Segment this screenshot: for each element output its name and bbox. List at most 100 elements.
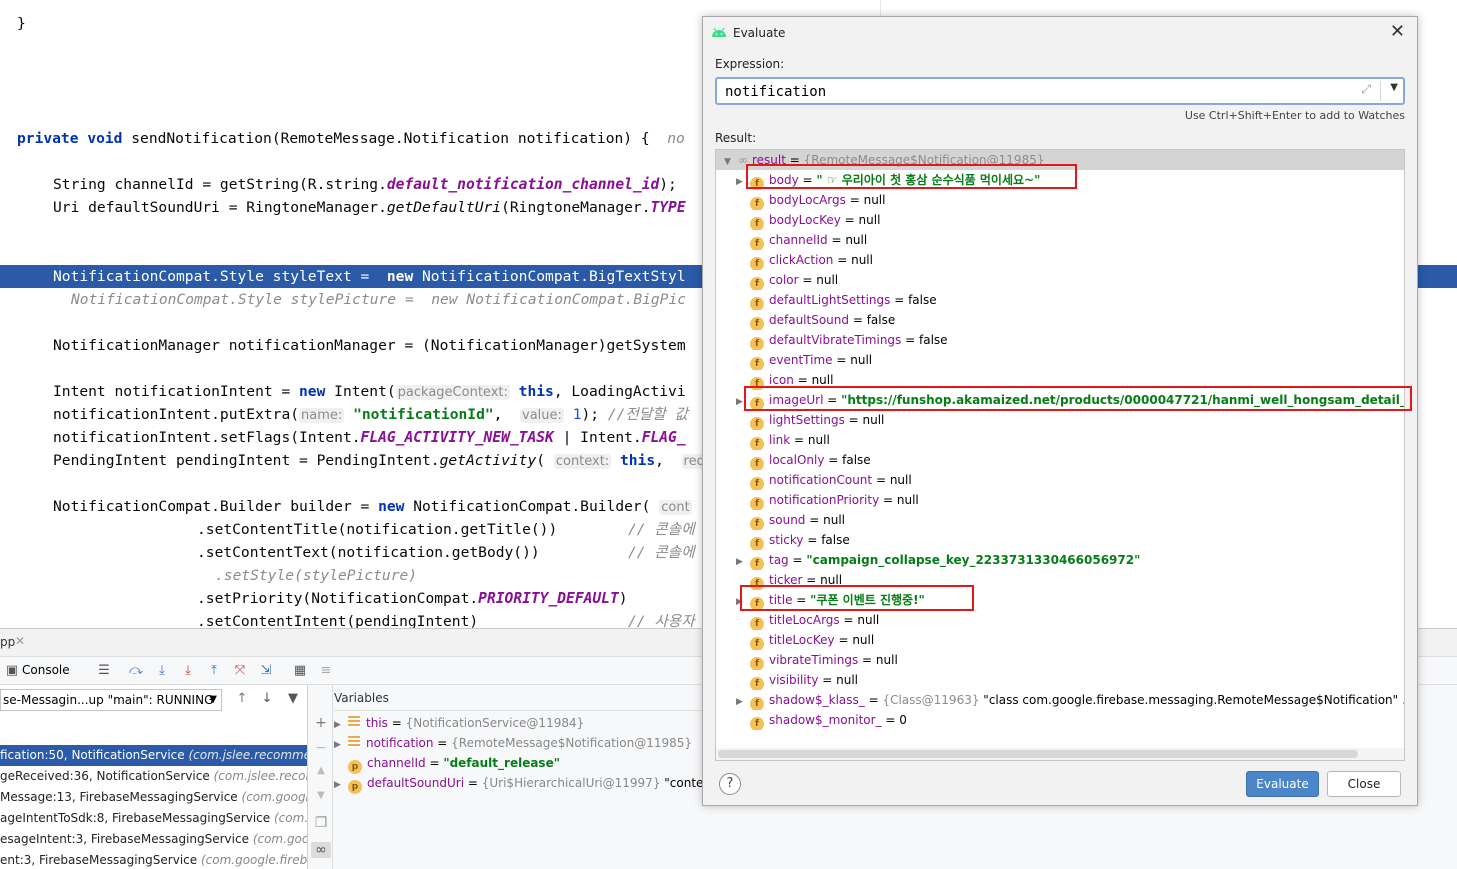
result-field-row[interactable]: f notificationCount = null bbox=[716, 470, 1404, 490]
result-field-row[interactable]: f notificationPriority = null bbox=[716, 490, 1404, 510]
param-hint: context: bbox=[553, 454, 612, 469]
result-field-row[interactable]: ▶ f shadow$_klass_ = {Class@11963} "class … bbox=[716, 690, 1404, 710]
expand-arrow-icon[interactable]: ▶ bbox=[334, 715, 348, 735]
code-line[interactable]: .setContentTitle(notification.getTitle()… bbox=[197, 518, 557, 541]
code-line[interactable]: String channelId = getString(R.string.de… bbox=[53, 173, 677, 196]
android-icon bbox=[712, 27, 726, 37]
chevron-down-icon[interactable]: ▼ bbox=[1390, 82, 1398, 93]
trace-icon[interactable]: ≡ bbox=[316, 661, 336, 681]
arrow-down-icon[interactable]: ↓ bbox=[257, 689, 277, 709]
evaluate-button[interactable]: Evaluate bbox=[1246, 771, 1319, 797]
close-icon[interactable]: ✕ bbox=[1390, 21, 1405, 42]
minus-icon[interactable]: − bbox=[311, 740, 331, 756]
result-field-row[interactable]: f localOnly = false bbox=[716, 450, 1404, 470]
result-field-row[interactable]: f defaultSound = false bbox=[716, 310, 1404, 330]
debug-session-tab[interactable]: pp bbox=[0, 635, 15, 649]
result-field-row[interactable]: f vibrateTimings = null bbox=[716, 650, 1404, 670]
dialog-title: Evaluate bbox=[733, 26, 786, 40]
result-field-row[interactable]: ▶ f tag = "campaign_collapse_key_223373133… bbox=[716, 550, 1404, 570]
arrow-down-icon[interactable]: ▼ bbox=[311, 790, 331, 801]
code-line[interactable]: Intent notificationIntent = new Intent(p… bbox=[53, 380, 686, 403]
thread-selector[interactable]: se-Messagin...up "main": RUNNING ▼ bbox=[0, 689, 222, 711]
code-line[interactable]: .setContentIntent(pendingIntent) bbox=[197, 610, 478, 628]
result-field-row[interactable]: f defaultLightSettings = false bbox=[716, 290, 1404, 310]
result-field-row[interactable]: f shadow$_monitor_ = 0 bbox=[716, 710, 1404, 730]
code-line[interactable]: } bbox=[0, 12, 26, 35]
field-name: link bbox=[769, 433, 791, 447]
highlight-box-title bbox=[740, 585, 974, 611]
step-out-icon[interactable]: ⤒ bbox=[204, 661, 224, 681]
expand-arrow-icon[interactable]: ▶ bbox=[736, 692, 750, 710]
result-field-row[interactable]: f titleLocKey = null bbox=[716, 630, 1404, 650]
result-field-row[interactable]: f sound = null bbox=[716, 510, 1404, 530]
result-field-row[interactable]: f sticky = false bbox=[716, 530, 1404, 550]
arrow-up-icon[interactable]: ▲ bbox=[311, 765, 331, 776]
stack-frame[interactable]: geReceived:36, NotificationService (com.… bbox=[0, 766, 307, 787]
step-over-icon[interactable]: ⤓ bbox=[152, 661, 172, 681]
stack-frame[interactable]: fication:50, NotificationService (com.js… bbox=[0, 745, 307, 766]
code-line[interactable]: private void sendNotification(RemoteMess… bbox=[17, 127, 685, 150]
variable-row[interactable]: p channelId = "default_release" bbox=[334, 753, 560, 774]
close-button[interactable]: Close bbox=[1327, 771, 1401, 797]
help-button[interactable]: ? bbox=[719, 773, 741, 795]
expand-icon[interactable]: ⤢ bbox=[1361, 82, 1371, 97]
result-field-row[interactable]: f eventTime = null bbox=[716, 350, 1404, 370]
parameter-icon: p bbox=[348, 760, 362, 774]
result-field-row[interactable]: f channelId = null bbox=[716, 230, 1404, 250]
glasses-icon[interactable]: ∞ bbox=[311, 842, 331, 858]
field-icon: f bbox=[750, 677, 764, 690]
code-line[interactable]: notificationIntent.setFlags(Intent.FLAG_… bbox=[53, 426, 686, 449]
navigate-link[interactable]: ... Navigate bbox=[1402, 693, 1404, 707]
code-line[interactable]: NotificationCompat.Builder builder = new… bbox=[53, 495, 692, 518]
console-tab[interactable]: Console bbox=[22, 663, 70, 677]
variable-row[interactable]: ▶ p defaultSoundUri = {Uri$HierarchicalUri… bbox=[334, 773, 742, 795]
code-line[interactable]: PendingIntent pendingIntent = PendingInt… bbox=[53, 449, 707, 472]
collapse-arrow-icon[interactable]: ▼ bbox=[724, 152, 738, 170]
code-line-commented[interactable]: NotificationCompat.Style stylePicture = … bbox=[71, 288, 686, 311]
filter-icon[interactable]: ▼ bbox=[283, 689, 303, 709]
result-field-row[interactable]: f bodyLocKey = null bbox=[716, 210, 1404, 230]
code-line[interactable]: NotificationManager notificationManager … bbox=[53, 334, 686, 357]
result-field-row[interactable]: f lightSettings = null bbox=[716, 410, 1404, 430]
arrow-up-icon[interactable]: ↑ bbox=[232, 689, 252, 709]
chevron-down-icon: ▼ bbox=[209, 694, 217, 705]
stack-frame[interactable]: Message:13, FirebaseMessagingService (co… bbox=[0, 787, 307, 808]
result-field-row[interactable]: f visibility = null bbox=[716, 670, 1404, 690]
expand-arrow-icon[interactable]: ▶ bbox=[334, 775, 348, 795]
code-line[interactable]: .setPriority(NotificationCompat.PRIORITY… bbox=[197, 587, 628, 610]
result-field-row[interactable]: f bodyLocArgs = null bbox=[716, 190, 1404, 210]
evaluate-expression-icon[interactable]: ▦ bbox=[290, 661, 310, 681]
result-tree[interactable]: ▼ ∞ result = {RemoteMessage$Notification@1… bbox=[715, 149, 1405, 761]
result-field-row[interactable]: f defaultVibrateTimings = false bbox=[716, 330, 1404, 350]
show-execution-point-icon[interactable]: ⤼ bbox=[126, 661, 146, 681]
code-line[interactable]: .setContentText(notification.getBody()) bbox=[197, 541, 540, 564]
field-value: null bbox=[875, 653, 898, 667]
step-into-icon[interactable]: ⤓ bbox=[178, 661, 198, 681]
result-field-row[interactable]: f clickAction = null bbox=[716, 250, 1404, 270]
expand-arrow-icon[interactable]: ▶ bbox=[736, 552, 750, 570]
code-line-commented[interactable]: .setStyle(stylePicture) bbox=[215, 564, 417, 587]
scrollbar-thumb[interactable] bbox=[718, 750, 1358, 758]
expression-field[interactable]: ⤢ ▼ bbox=[715, 77, 1405, 105]
code-line[interactable]: Uri defaultSoundUri = RingtoneManager.ge… bbox=[53, 196, 686, 219]
stack-frame[interactable]: ageIntentToSdk:8, FirebaseMessagingServi… bbox=[0, 808, 307, 829]
menu-icon[interactable]: ☰ bbox=[94, 661, 114, 681]
run-to-cursor-icon[interactable]: ⇲ bbox=[256, 661, 276, 681]
result-field-row[interactable]: f link = null bbox=[716, 430, 1404, 450]
param-hint: name: bbox=[299, 408, 345, 423]
expression-input[interactable] bbox=[725, 82, 1345, 102]
stack-frame[interactable]: esageIntent:3, FirebaseMessagingService … bbox=[0, 829, 307, 850]
expression-label: Expression: bbox=[715, 57, 785, 71]
stack-frame[interactable]: ent:3, FirebaseMessagingService (com.goo… bbox=[0, 850, 307, 869]
drop-frame-icon[interactable]: ⤧ bbox=[230, 661, 250, 681]
code-line[interactable]: notificationIntent.putExtra(name: "notif… bbox=[53, 403, 688, 426]
result-field-row[interactable]: f color = null bbox=[716, 270, 1404, 290]
result-field-row[interactable]: f titleLocArgs = null bbox=[716, 610, 1404, 630]
expand-arrow-icon[interactable]: ▶ bbox=[334, 735, 348, 755]
close-icon[interactable]: ✕ bbox=[15, 634, 25, 648]
copy-icon[interactable]: ❐ bbox=[311, 815, 331, 831]
variable-row[interactable]: ▶ notification = {RemoteMessage$Notificat… bbox=[334, 733, 692, 753]
plus-icon[interactable]: + bbox=[311, 715, 331, 731]
horizontal-scrollbar[interactable] bbox=[716, 748, 1404, 760]
variable-row[interactable]: ▶ this = {NotificationService@11984} bbox=[334, 713, 584, 733]
